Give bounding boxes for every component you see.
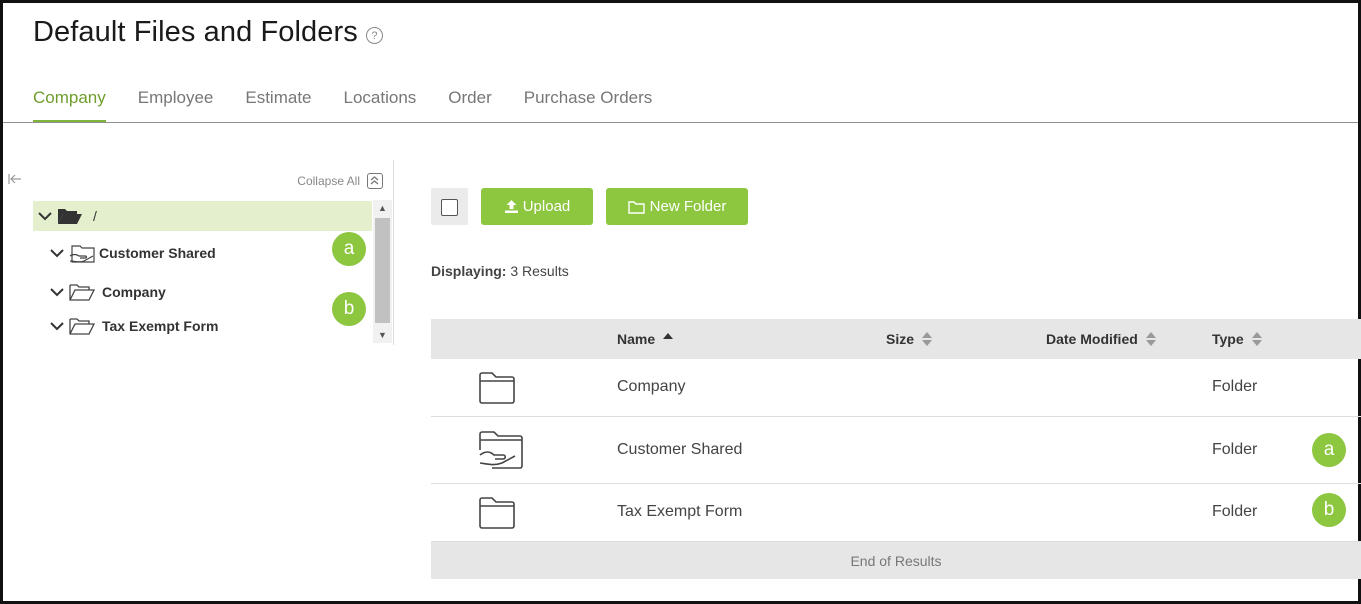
tab-company[interactable]: Company xyxy=(33,88,106,123)
select-all-checkbox[interactable] xyxy=(441,199,458,216)
collapse-all-label: Collapse All xyxy=(297,174,360,188)
chevron-down-icon[interactable] xyxy=(49,247,67,259)
page-title: Default Files and Folders xyxy=(33,16,358,48)
open-folder-icon xyxy=(58,209,82,224)
column-header-date-modified[interactable]: Date Modified xyxy=(1046,331,1156,347)
upload-label: Upload xyxy=(522,198,571,215)
scroll-up-arrow-icon[interactable]: ▲ xyxy=(378,203,387,213)
chevron-down-icon[interactable] xyxy=(49,320,67,332)
title-row: Default Files and Folders ? xyxy=(33,16,383,49)
results-count: Displaying: 3 Results xyxy=(431,263,569,279)
tree-scrollbar[interactable]: ▲ ▼ xyxy=(373,200,392,343)
sort-ascending-icon xyxy=(663,333,674,339)
row-type: Folder xyxy=(1212,441,1258,458)
shared-folder-icon xyxy=(69,245,95,263)
tree-item-tax-exempt-form[interactable]: Tax Exempt Form xyxy=(49,316,218,336)
tree-item-customer-shared[interactable]: Customer Shared xyxy=(49,242,216,264)
tab-bar: Company Employee Estimate Locations Orde… xyxy=(33,88,684,123)
new-folder-label: New Folder xyxy=(649,198,727,215)
chevron-down-icon[interactable] xyxy=(37,210,55,222)
chevron-down-icon[interactable] xyxy=(49,286,67,298)
table-row[interactable]: Customer Shared Folder xyxy=(431,417,1361,484)
collapse-panel-icon[interactable] xyxy=(8,173,22,188)
row-type: Folder xyxy=(1212,378,1258,395)
tree-item-label: Tax Exempt Form xyxy=(102,318,219,334)
table-header: Name Size Date Modified Type xyxy=(431,319,1361,359)
table-footer: End of Results xyxy=(431,542,1361,579)
tree-root-label: / xyxy=(93,208,97,224)
tree-item-label: Company xyxy=(102,284,166,300)
row-type: Folder xyxy=(1212,503,1258,520)
scroll-thumb[interactable] xyxy=(375,218,390,323)
tab-order[interactable]: Order xyxy=(448,88,491,123)
callout-badge-a: a xyxy=(332,232,366,266)
column-header-type[interactable]: Type xyxy=(1212,331,1262,347)
folder-icon xyxy=(69,284,95,301)
tree-item-label: Customer Shared xyxy=(99,245,216,261)
help-icon[interactable]: ? xyxy=(365,27,383,44)
shared-folder-icon xyxy=(479,431,523,469)
collapse-all-button[interactable]: Collapse All xyxy=(297,173,383,189)
column-header-label: Name xyxy=(617,331,656,347)
column-header-name[interactable]: Name xyxy=(617,331,674,347)
folder-icon xyxy=(69,318,95,335)
table-row[interactable]: Company Folder xyxy=(431,359,1361,417)
displaying-label: Displaying: xyxy=(431,263,507,279)
tabs-divider xyxy=(3,122,1358,123)
row-name[interactable]: Customer Shared xyxy=(617,441,742,459)
callout-badge-b: b xyxy=(332,292,366,326)
callout-badge-a: a xyxy=(1312,433,1346,467)
tab-locations[interactable]: Locations xyxy=(344,88,417,123)
scroll-down-arrow-icon[interactable]: ▼ xyxy=(378,330,387,340)
results-count-text: 3 Results xyxy=(510,263,569,279)
sort-icon xyxy=(1251,332,1262,346)
sort-icon xyxy=(922,332,933,346)
tree-panel-border xyxy=(393,160,394,345)
tab-employee[interactable]: Employee xyxy=(138,88,214,123)
callout-badge-b: b xyxy=(1312,493,1346,527)
column-header-label: Size xyxy=(886,331,915,347)
tree-root-node[interactable]: / xyxy=(33,201,372,231)
column-header-size[interactable]: Size xyxy=(886,331,933,347)
new-folder-button[interactable]: New Folder xyxy=(606,188,748,225)
folder-icon xyxy=(479,497,515,529)
sort-icon xyxy=(1145,332,1156,346)
tab-purchase-orders[interactable]: Purchase Orders xyxy=(524,88,653,123)
select-all-checkbox-container xyxy=(431,188,468,225)
folder-icon xyxy=(479,372,515,404)
tab-estimate[interactable]: Estimate xyxy=(245,88,311,123)
collapse-all-icon xyxy=(367,173,383,189)
folder-icon xyxy=(627,200,645,214)
column-header-label: Date Modified xyxy=(1046,331,1138,347)
table-row[interactable]: Tax Exempt Form Folder xyxy=(431,484,1361,542)
upload-icon xyxy=(504,200,518,213)
tree-item-company[interactable]: Company xyxy=(49,282,166,302)
row-name[interactable]: Company xyxy=(617,378,685,396)
column-header-label: Type xyxy=(1212,331,1244,347)
files-table: Name Size Date Modified Type Company Fol… xyxy=(431,319,1361,579)
row-name[interactable]: Tax Exempt Form xyxy=(617,503,742,521)
upload-button[interactable]: Upload xyxy=(481,188,593,225)
